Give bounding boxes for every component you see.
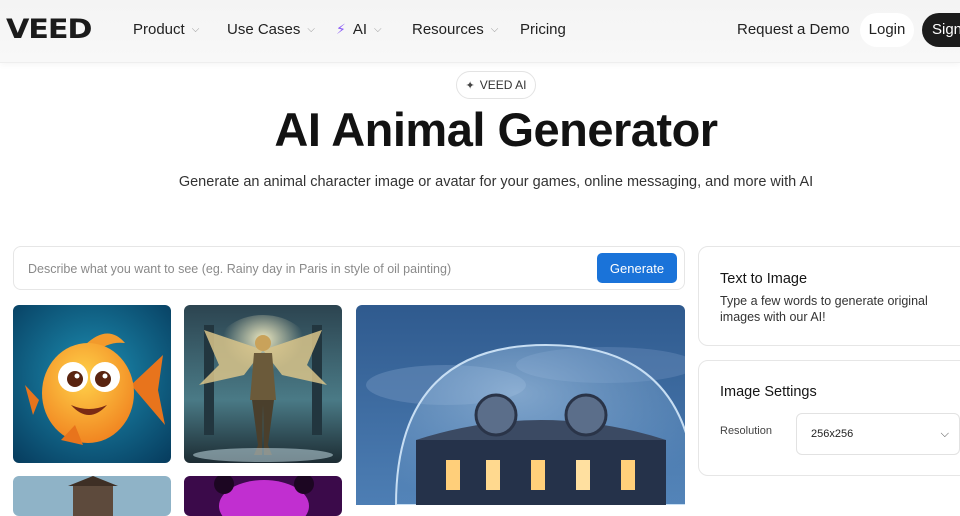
text-to-image-description: Type a few words to generate original im… [720, 294, 928, 324]
request-demo-label: Request a Demo [737, 21, 850, 38]
glass-dome-illustration [356, 305, 685, 505]
nav-product[interactable]: Product ⌵ [133, 21, 199, 38]
gallery-image-house[interactable] [13, 476, 171, 516]
gallery-image-purple[interactable] [184, 476, 342, 516]
nav-ai[interactable]: ⚡︎ AI ⌵ [336, 21, 382, 38]
prompt-bar: Generate [13, 246, 685, 290]
image-settings-card: Image Settings Resolution 256x256 ⌵ [698, 360, 960, 476]
chevron-down-icon: ⌵ [191, 24, 200, 35]
veed-logo[interactable]: VEED [6, 14, 92, 45]
page-subtitle: Generate an animal character image or av… [178, 174, 814, 190]
generate-button[interactable]: Generate [597, 253, 677, 283]
sparkle-icon: ✦ [465, 79, 475, 92]
top-nav: VEED Product ⌵ Use Cases ⌵ ⚡︎ AI ⌵ Resou… [0, 0, 960, 63]
house-illustration [13, 476, 171, 516]
nav-use-cases-label: Use Cases [227, 21, 301, 38]
purple-creature-illustration [184, 476, 342, 516]
request-demo-link[interactable]: Request a Demo [737, 21, 850, 38]
login-button[interactable]: Login [860, 13, 914, 47]
gallery-image-dome[interactable] [356, 305, 685, 505]
text-to-image-card: Text to Image Type a few words to genera… [698, 246, 960, 346]
nav-pricing[interactable]: Pricing [520, 21, 566, 38]
gallery-image-fish[interactable] [13, 305, 171, 463]
winged-knight-illustration [184, 305, 342, 463]
fish-illustration [13, 305, 171, 463]
signup-button[interactable]: Sign [922, 13, 960, 47]
nav-resources[interactable]: Resources ⌵ [412, 21, 498, 38]
page-title: AI Animal Generator [274, 103, 718, 156]
lightning-icon: ⚡︎ [336, 21, 346, 37]
chevron-down-icon: ⌵ [490, 24, 499, 35]
chevron-down-icon: ⌵ [374, 24, 382, 35]
nav-ai-label: AI [352, 21, 368, 38]
nav-use-cases[interactable]: Use Cases ⌵ [227, 21, 315, 38]
resolution-select[interactable]: 256x256 ⌵ [796, 413, 960, 455]
resolution-value: 256x256 [811, 428, 854, 440]
badge-label: VEED AI [479, 78, 527, 92]
nav-product-label: Product [133, 21, 185, 38]
prompt-input[interactable] [26, 257, 590, 281]
chevron-down-icon: ⌵ [940, 428, 949, 440]
image-settings-title: Image Settings [720, 384, 817, 400]
gallery-image-knight[interactable] [184, 305, 342, 463]
resolution-label: Resolution [720, 425, 772, 437]
nav-pricing-label: Pricing [520, 21, 566, 38]
text-to-image-title: Text to Image [720, 271, 808, 287]
chevron-down-icon: ⌵ [307, 24, 315, 35]
nav-resources-label: Resources [412, 21, 484, 38]
veed-ai-badge: ✦ VEED AI [456, 71, 536, 99]
